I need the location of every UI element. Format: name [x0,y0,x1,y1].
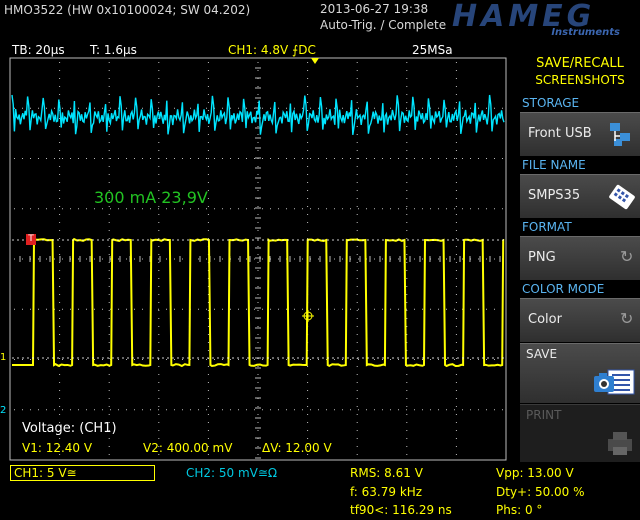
save-label: SAVE [526,347,557,361]
cursor-delta-v: ΔV: 12.00 V [262,441,332,455]
measure-rms: RMS: 8.61 V [350,466,423,480]
format-value: PNG [528,250,556,265]
print-label: PRINT [526,408,561,422]
cursor-readout-title: Voltage: (CH1) [22,421,117,436]
ch1-offset-marker[interactable]: 1 [0,352,6,363]
storage-value: Front USB [528,126,592,141]
color-mode-header: COLOR MODE [522,282,604,296]
measure-vpp: Vpp: 13.00 V [496,466,574,480]
camera-icon [592,366,636,398]
ch1-setting[interactable]: CH1: 5 V≅ [10,465,155,481]
format-header: FORMAT [522,220,572,234]
storage-header: STORAGE [522,96,579,110]
file-name-header: FILE NAME [522,158,586,172]
color-mode-button[interactable]: Color ↻ [520,298,640,342]
measure-phase: Phs: 0 ° [496,503,542,517]
measure-fall-time: tf90<: 116.29 ns [350,503,452,517]
keyboard-icon [608,183,636,211]
screen-annotation: 300 mA 23,9V [94,188,208,207]
file-name-button[interactable]: SMPS35 [520,174,640,218]
measure-duty: Dty+: 50.00 % [496,485,585,499]
rotate-knob-icon: ↻ [620,247,633,266]
rotate-knob-icon: ↻ [620,309,633,328]
save-button[interactable]: SAVE [520,343,640,403]
storage-button[interactable]: Front USB [520,112,640,156]
ch2-waveform [12,95,504,135]
cursor-v1: V1: 12.40 V [22,441,92,455]
menu-title: SAVE/RECALL SCREENSHOTS [520,56,640,88]
format-button[interactable]: PNG ↻ [520,236,640,280]
print-button[interactable]: PRINT [520,404,640,462]
ch2-setting[interactable]: CH2: 50 mV≅Ω [186,466,277,480]
ch2-offset-marker[interactable]: 2 [0,405,6,416]
color-mode-value: Color [528,312,562,327]
center-crosshair [302,310,314,322]
usb-icon [608,121,634,149]
trigger-level-marker[interactable]: T [26,234,36,245]
printer-icon [604,429,636,457]
trigger-position-marker [311,58,319,64]
cursor-v2: V2: 400.00 mV [143,441,232,455]
measure-freq: f: 63.79 kHz [350,485,422,499]
file-name-value: SMPS35 [528,188,580,203]
